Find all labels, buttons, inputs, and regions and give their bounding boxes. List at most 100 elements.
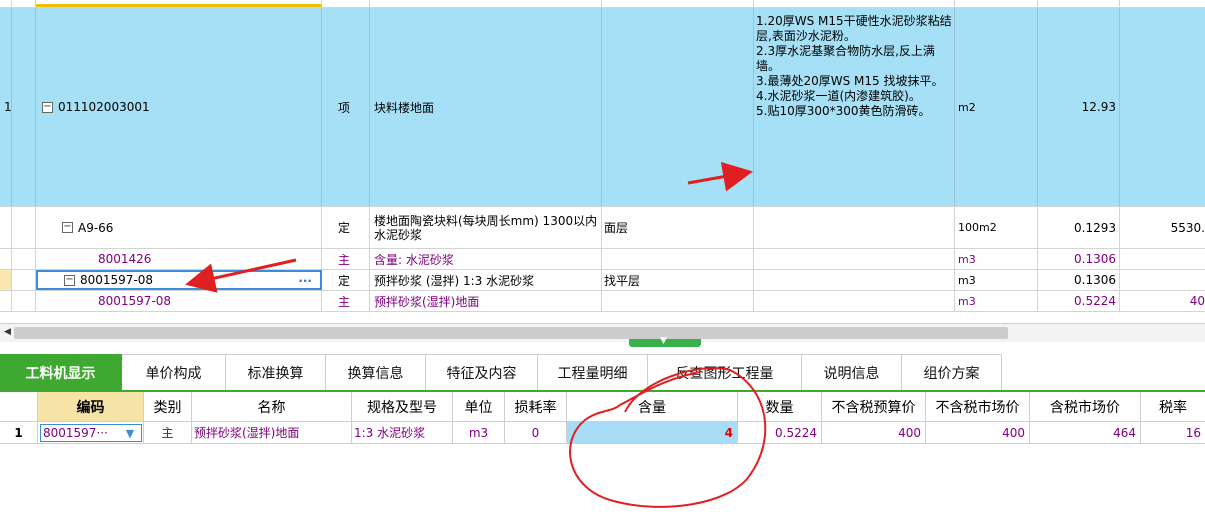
code-cell-editing[interactable]: − 8001597-08 ··· [36,270,322,290]
col-header-code[interactable]: 编码 [38,392,144,422]
tab-notes[interactable]: 说明信息 [802,354,902,390]
bill-items-grid: 1 − 011102003001 项 块料楼地面 1.20厚WS M15干硬性水… [0,0,1205,323]
material-unit[interactable]: m3 [453,422,505,444]
item-feature[interactable] [602,8,754,206]
scroll-left-icon[interactable]: ◀ [4,327,11,337]
horizontal-scrollbar[interactable]: ◀ [0,323,1205,342]
table-row[interactable]: 8001597-08 主 预拌砂浆(湿拌)地面 m3 0.5224 40 [0,291,1205,312]
item-price[interactable] [1120,8,1205,206]
materials-grid: 编码 类别 名称 规格及型号 单位 损耗率 含量 数量 不含税预算价 不含税市场… [0,392,1205,519]
code-cell[interactable]: 8001426 [36,249,322,269]
item-unit[interactable]: 100m2 [955,207,1038,248]
col-header-budget-price[interactable]: 不含税预算价 [822,392,926,422]
item-name[interactable]: 楼地面陶瓷块料(每块周长mm) 1300以内 水泥砂浆 [370,207,602,248]
item-price[interactable] [1120,249,1205,269]
tab-quantity-details[interactable]: 工程量明细 [538,354,648,390]
item-price[interactable]: 40 [1120,291,1205,311]
table-row[interactable]: − A9-66 定 楼地面陶瓷块料(每块周长mm) 1300以内 水泥砂浆 面层… [0,207,1205,249]
collapse-icon[interactable]: − [62,222,73,233]
item-qty[interactable]: 0.5224 [1038,291,1120,311]
material-qty[interactable]: 0.5224 [738,422,822,444]
item-type[interactable]: 定 [322,270,370,290]
table-row[interactable]: 8001426 主 含量: 水泥砂浆 m3 0.1306 [0,249,1205,270]
item-unit[interactable]: m3 [955,270,1038,290]
item-price[interactable]: 5530. [1120,207,1205,248]
col-header-name[interactable]: 名称 [192,392,352,422]
item-feature[interactable] [602,291,754,311]
material-type[interactable]: 主 [144,422,192,444]
item-feature[interactable] [602,249,754,269]
chevron-down-icon: ▼ [660,336,667,346]
item-qty[interactable]: 0.1306 [1038,249,1120,269]
col-header-tax-rate[interactable]: 税率 [1141,392,1205,422]
row-number: 1 [0,422,38,444]
tab-pricing-scheme[interactable]: 组价方案 [902,354,1002,390]
item-unit[interactable]: m2 [955,8,1038,206]
detail-tabs: 工料机显示 单价构成 标准换算 换算信息 特征及内容 工程量明细 反查图形工程量… [0,354,1205,392]
code-cell[interactable]: − 011102003001 [36,8,322,206]
desc-line: 1.20厚WS M15干硬性水泥砂浆粘结层,表面沙水泥粉。 [756,14,952,43]
material-name[interactable]: 预拌砂浆(湿拌)地面 [192,422,352,444]
item-code: 8001597-08 [98,294,172,308]
tab-reverse-lookup[interactable]: 反查图形工程量 [648,354,802,390]
item-code: 011102003001 [58,100,150,114]
dropdown-arrow-icon[interactable]: ▼ [120,422,140,444]
item-qty[interactable]: 0.1306 [1038,270,1120,290]
code-cell[interactable]: 8001597-08 [36,291,322,311]
item-code: A9-66 [78,220,114,235]
item-name[interactable]: 预拌砂浆(湿拌)地面 [370,291,602,311]
item-type[interactable]: 主 [322,249,370,269]
col-header-content[interactable]: 含量 [567,392,738,422]
material-tax-market-price[interactable]: 464 [1030,422,1141,444]
tab-material-display[interactable]: 工料机显示 [0,354,122,390]
desc-line: 2.3厚水泥基聚合物防水层,反上满墙。 [756,44,935,73]
tab-features[interactable]: 特征及内容 [426,354,538,390]
material-loss[interactable]: 0 [505,422,567,444]
collapse-icon[interactable]: − [42,101,53,113]
item-type[interactable]: 主 [322,291,370,311]
code-cell[interactable]: − A9-66 [36,207,322,248]
material-market-price[interactable]: 400 [926,422,1030,444]
scrollbar-thumb[interactable] [14,327,1008,339]
material-budget-price[interactable]: 400 [822,422,926,444]
desc-line: 3.最薄处20厚WS M15 找坡抹平。 [756,74,944,88]
item-type[interactable]: 定 [322,207,370,248]
item-description[interactable]: 1.20厚WS M15干硬性水泥砂浆粘结层,表面沙水泥粉。 2.3厚水泥基聚合物… [754,8,955,206]
material-content-input[interactable]: 4 [567,422,738,444]
item-code: 8001597-08 [80,273,154,287]
desc-line: 4.水泥砂浆一道(内渗建筑胶)。 [756,89,921,103]
col-header-spec[interactable]: 规格及型号 [352,392,453,422]
item-code: 8001426 [98,252,152,266]
app-window: 1 − 011102003001 项 块料楼地面 1.20厚WS M15干硬性水… [0,0,1205,519]
material-tax-rate[interactable]: 16 [1141,422,1205,444]
item-qty[interactable]: 0.1293 [1038,207,1120,248]
item-unit[interactable]: m3 [955,291,1038,311]
more-options-icon[interactable]: ··· [298,274,312,288]
item-feature[interactable]: 找平层 [602,270,754,290]
col-header-qty[interactable]: 数量 [738,392,822,422]
col-header-loss[interactable]: 损耗率 [505,392,567,422]
table-row-header-remnant [0,0,1205,8]
col-header-type[interactable]: 类别 [144,392,192,422]
item-price[interactable] [1120,270,1205,290]
item-type[interactable]: 项 [322,8,370,206]
tab-conversion-info[interactable]: 换算信息 [326,354,426,390]
item-feature[interactable]: 面层 [602,207,754,248]
item-qty[interactable]: 12.93 [1038,8,1120,206]
col-header-tax-market-price[interactable]: 含税市场价 [1030,392,1141,422]
col-header-market-price[interactable]: 不含税市场价 [926,392,1030,422]
collapse-icon[interactable]: − [64,274,75,286]
item-name[interactable]: 预拌砂浆 (湿拌) 1:3 水泥砂浆 [370,270,602,290]
item-unit[interactable]: m3 [955,249,1038,269]
item-name[interactable]: 含量: 水泥砂浆 [370,249,602,269]
item-name[interactable]: 块料楼地面 [370,8,602,206]
desc-line: 5.贴10厚300*300黄色防滑砖。 [756,104,931,118]
tab-standard-conversion[interactable]: 标准换算 [226,354,326,390]
row-number: 1 [0,8,12,206]
panel-splitter-handle[interactable]: ▼ [629,336,701,347]
col-header-unit[interactable]: 单位 [453,392,505,422]
table-row-selected[interactable]: − 8001597-08 ··· 定 预拌砂浆 (湿拌) 1:3 水泥砂浆 找平… [0,270,1205,291]
table-row[interactable]: 1 − 011102003001 项 块料楼地面 1.20厚WS M15干硬性水… [0,8,1205,207]
material-spec[interactable]: 1:3 水泥砂浆 [352,422,453,444]
tab-unit-price[interactable]: 单价构成 [122,354,226,390]
